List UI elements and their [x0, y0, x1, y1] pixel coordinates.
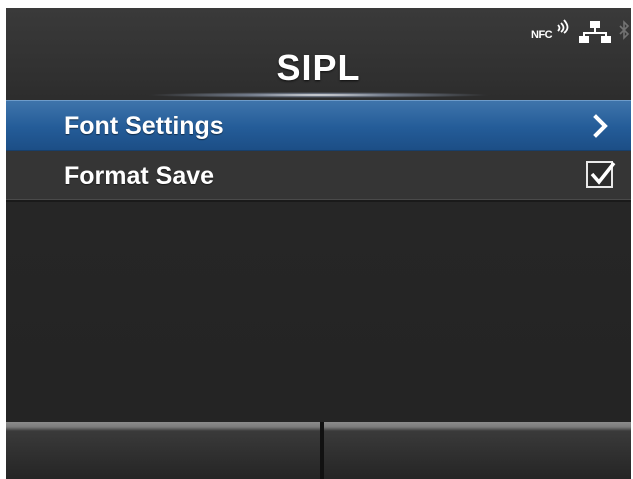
lan-icon: [579, 21, 611, 43]
menu-item-label: Format Save: [64, 161, 215, 190]
menu-list: Font Settings Format Save: [6, 100, 631, 202]
nfc-waves-icon: [557, 19, 569, 34]
softkey-bar: [6, 422, 631, 479]
format-save-checkbox[interactable]: [586, 161, 616, 188]
title-underline-glow: [146, 92, 491, 98]
bluetooth-icon: [619, 20, 630, 40]
nfc-icon: NFC: [531, 18, 573, 44]
header: NFC SIPL: [6, 8, 631, 98]
printer-screen: NFC SIPL Font Settings Format Save: [6, 8, 631, 479]
softkey-left[interactable]: [6, 422, 320, 479]
nfc-label: NFC: [531, 29, 553, 41]
checkmark-icon: [590, 161, 616, 185]
softkey-right[interactable]: [324, 422, 631, 479]
menu-item-label: Font Settings: [64, 111, 224, 140]
status-bar: NFC: [531, 18, 631, 48]
page-title: SIPL: [276, 47, 361, 88]
menu-item-format-save[interactable]: Format Save: [6, 151, 631, 202]
menu-item-font-settings[interactable]: Font Settings: [6, 100, 631, 151]
chevron-right-icon: [593, 114, 608, 138]
